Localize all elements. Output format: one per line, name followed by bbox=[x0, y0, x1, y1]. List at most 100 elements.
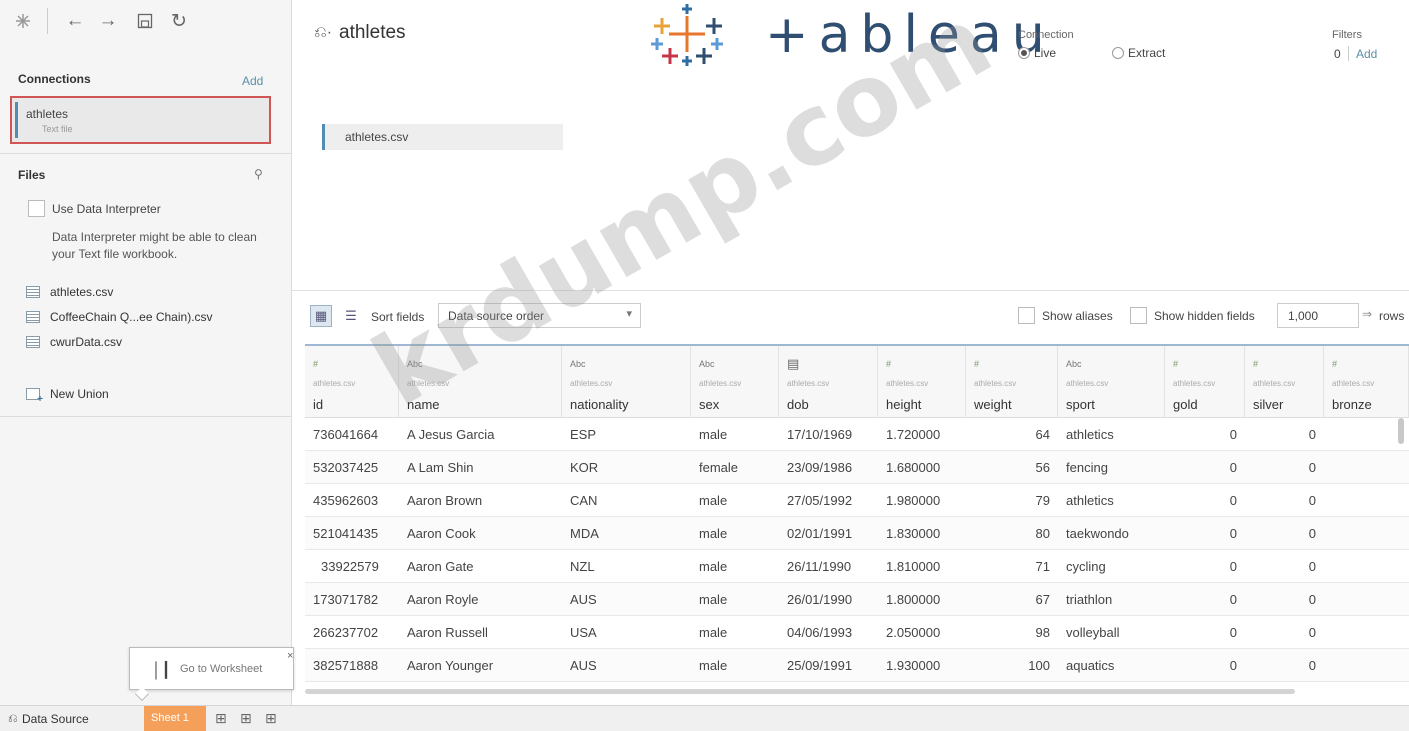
cell-gold: 0 bbox=[1229, 427, 1237, 442]
data-type-icon[interactable]: # bbox=[1173, 359, 1178, 369]
arrow-right-icon[interactable]: ⇒ bbox=[1362, 307, 1372, 321]
live-radio[interactable] bbox=[1018, 47, 1030, 59]
cell-bronze bbox=[1324, 451, 1409, 484]
column-header-sport[interactable]: Abc athletes.csv sport bbox=[1058, 346, 1165, 418]
data-type-icon[interactable]: # bbox=[1332, 359, 1337, 369]
bar-chart-icon: │┃ bbox=[152, 662, 171, 679]
show-hidden-fields-checkbox[interactable] bbox=[1130, 307, 1147, 324]
cell-weight: 100 bbox=[1028, 658, 1050, 673]
new-union-item[interactable]: New Union bbox=[26, 387, 109, 405]
column-name: sport bbox=[1066, 397, 1095, 412]
table-row: 521041435 Aaron Cook MDA male 02/01/1991 1.83… bbox=[305, 517, 1409, 550]
column-name: id bbox=[313, 397, 324, 412]
grid-view-icon[interactable]: ▦ bbox=[310, 305, 332, 327]
connection-mode-label: Connection bbox=[1018, 29, 1074, 41]
rows-input[interactable]: 1,000 bbox=[1277, 303, 1359, 328]
data-source-icon[interactable]: ⎌· bbox=[314, 24, 332, 42]
file-item-label: athletes.csv bbox=[50, 285, 114, 299]
column-header-nationality[interactable]: Abc athletes.csv nationality bbox=[562, 346, 691, 418]
cell-id: 435962603 bbox=[313, 493, 379, 508]
cell-gold: 0 bbox=[1229, 460, 1237, 475]
column-source: athletes.csv bbox=[699, 379, 742, 388]
sort-fields-select[interactable]: Data source order ▾ bbox=[438, 303, 641, 328]
data-type-icon[interactable]: # bbox=[974, 359, 979, 369]
column-header-gold[interactable]: # athletes.csv gold bbox=[1165, 346, 1245, 418]
vertical-scrollbar[interactable] bbox=[1398, 418, 1404, 444]
data-type-icon[interactable]: Abc bbox=[699, 359, 715, 369]
cell-name: A Lam Shin bbox=[407, 460, 474, 475]
extract-radio[interactable] bbox=[1112, 47, 1124, 59]
live-label: Live bbox=[1034, 46, 1057, 60]
tableau-cross-logo-icon bbox=[651, 4, 723, 66]
cell-sex: male bbox=[699, 625, 728, 640]
cell-gold: 0 bbox=[1229, 493, 1237, 508]
add-connection-link[interactable]: Add bbox=[242, 74, 263, 88]
cell-sex: male bbox=[699, 427, 728, 442]
data-type-icon[interactable]: Abc bbox=[570, 359, 586, 369]
column-header-silver[interactable]: # athletes.csv silver bbox=[1245, 346, 1324, 418]
cell-weight: 80 bbox=[1035, 526, 1050, 541]
tableau-logo-icon[interactable] bbox=[12, 10, 34, 32]
tab-sheet-1[interactable]: Sheet 1 bbox=[144, 706, 206, 731]
column-source: athletes.csv bbox=[407, 379, 450, 388]
new-worksheet-icon[interactable]: ⊞ bbox=[215, 710, 227, 727]
connection-name: athletes bbox=[26, 107, 69, 121]
column-source: athletes.csv bbox=[570, 379, 613, 388]
data-source-name[interactable]: athletes bbox=[339, 22, 406, 44]
cell-nationality: ESP bbox=[570, 427, 597, 442]
add-filter-link[interactable]: Add bbox=[1356, 47, 1377, 61]
cell-dob: 25/09/1991 bbox=[787, 658, 853, 673]
save-icon[interactable] bbox=[134, 10, 156, 32]
filters-label: Filters bbox=[1332, 29, 1362, 41]
new-dashboard-icon[interactable]: ⊞ bbox=[240, 710, 252, 727]
table-icon bbox=[26, 286, 40, 298]
column-name: weight bbox=[974, 397, 1012, 412]
filters-separator bbox=[1348, 46, 1349, 61]
data-type-icon[interactable]: # bbox=[313, 359, 318, 369]
column-header-bronze[interactable]: # athletes.csv bronze bbox=[1324, 346, 1409, 418]
forward-icon[interactable]: → bbox=[97, 10, 119, 32]
tab-data-source[interactable]: ⎌ Data Source bbox=[0, 706, 140, 731]
cell-id: 382571888 bbox=[313, 658, 379, 673]
data-type-icon[interactable]: ▤ bbox=[787, 356, 799, 372]
column-header-id[interactable]: # athletes.csv id bbox=[305, 346, 399, 418]
go-to-worksheet-tooltip[interactable]: │┃ Go to Worksheet × bbox=[129, 647, 294, 702]
column-header-weight[interactable]: # athletes.csv weight bbox=[966, 346, 1058, 418]
cell-id: 736041664 bbox=[313, 427, 379, 442]
column-source: athletes.csv bbox=[787, 379, 830, 388]
back-icon[interactable]: ← bbox=[64, 10, 86, 32]
table-pill-athletes[interactable]: athletes.csv bbox=[322, 124, 563, 150]
data-type-icon[interactable]: # bbox=[1253, 359, 1258, 369]
cell-silver: 0 bbox=[1308, 592, 1316, 607]
list-view-icon[interactable]: ☰ bbox=[340, 305, 362, 327]
sort-fields-value: Data source order bbox=[448, 309, 545, 323]
cell-id: 266237702 bbox=[313, 625, 379, 640]
cell-sport: athletics bbox=[1066, 427, 1114, 442]
cell-sex: female bbox=[699, 460, 739, 475]
close-icon[interactable]: × bbox=[287, 650, 293, 662]
column-header-dob[interactable]: ▤ athletes.csv dob bbox=[779, 346, 878, 418]
use-data-interpreter-checkbox[interactable] bbox=[28, 200, 45, 217]
filters-count: 0 bbox=[1334, 47, 1341, 61]
file-item-coffeechain[interactable]: CoffeeChain Q...ee Chain).csv bbox=[26, 310, 213, 324]
data-type-icon[interactable]: # bbox=[886, 359, 891, 369]
refresh-icon[interactable]: ↻ bbox=[168, 10, 190, 32]
cell-nationality: CAN bbox=[570, 493, 598, 508]
new-story-icon[interactable]: ⊞ bbox=[265, 710, 277, 727]
show-aliases-checkbox[interactable] bbox=[1018, 307, 1035, 324]
horizontal-scrollbar[interactable] bbox=[305, 689, 1295, 694]
cell-dob: 04/06/1993 bbox=[787, 625, 853, 640]
search-icon[interactable]: ⚲ bbox=[254, 167, 263, 181]
column-header-name[interactable]: Abc athletes.csv name bbox=[399, 346, 562, 418]
data-type-icon[interactable]: Abc bbox=[407, 359, 423, 369]
file-item-cwurdata[interactable]: cwurData.csv bbox=[26, 335, 122, 349]
data-type-icon[interactable]: Abc bbox=[1066, 359, 1082, 369]
cell-sport: volleyball bbox=[1066, 625, 1120, 640]
files-title: Files bbox=[18, 168, 46, 182]
tab-data-source-label: Data Source bbox=[22, 712, 89, 726]
cell-nationality: AUS bbox=[570, 592, 597, 607]
column-header-sex[interactable]: Abc athletes.csv sex bbox=[691, 346, 779, 418]
column-header-height[interactable]: # athletes.csv height bbox=[878, 346, 966, 418]
file-item-athletes[interactable]: athletes.csv bbox=[26, 285, 113, 299]
connection-card[interactable]: athletes Text file bbox=[10, 96, 271, 144]
